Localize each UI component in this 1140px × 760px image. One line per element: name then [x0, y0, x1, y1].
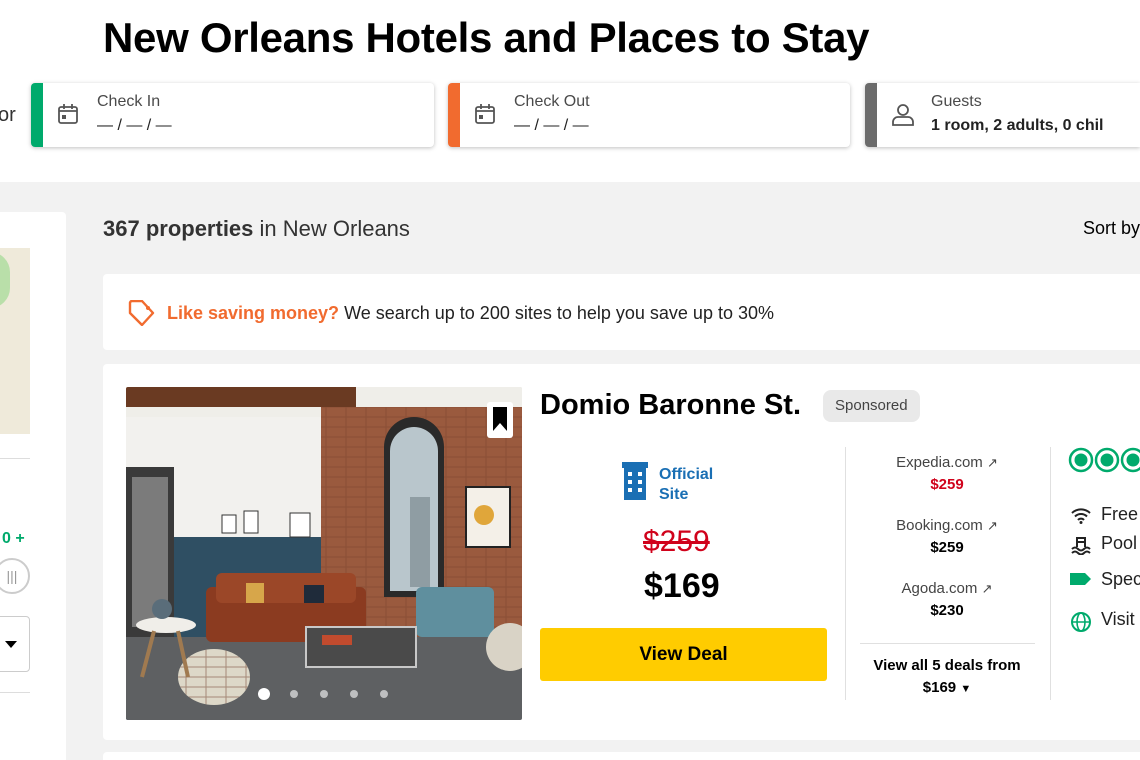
building-icon — [622, 462, 648, 505]
view-all-deals-link[interactable]: View all 5 deals from $169 ▼ — [852, 655, 1042, 700]
partial-label: or — [0, 104, 16, 126]
deal-price: $169 — [644, 567, 720, 605]
original-price: $259 — [643, 525, 710, 558]
official-site-label: Official Site — [659, 465, 713, 505]
person-icon — [891, 103, 915, 132]
carousel-dot[interactable] — [258, 688, 270, 700]
guests-stripe — [865, 83, 877, 147]
next-listing-card — [103, 752, 1140, 760]
divider — [0, 692, 30, 693]
results-count-number: 367 properties — [103, 216, 254, 241]
slider-handle[interactable]: ||| — [0, 558, 30, 594]
divider — [845, 447, 846, 700]
results-count: 367 properties in New Orleans — [103, 216, 410, 242]
external-link-icon: ↗ — [986, 518, 998, 533]
carousel-dot[interactable] — [380, 690, 388, 698]
view-all-deals-text: View all 5 deals from — [873, 657, 1021, 674]
rating-bubbles-icon[interactable] — [1068, 447, 1140, 478]
deal-site-price: $259 — [930, 539, 964, 556]
caret-down-icon: ▼ — [960, 683, 972, 695]
pool-icon — [1070, 535, 1092, 560]
guests-field[interactable]: Guests 1 room, 2 adults, 0 chil — [865, 83, 1140, 147]
external-link-icon: ↗ — [981, 581, 993, 596]
calendar-icon — [57, 103, 79, 130]
save-bookmark-icon[interactable] — [487, 402, 513, 438]
check-in-label: Check In — [97, 93, 161, 110]
deal-offer[interactable]: Booking.com ↗ $259 — [852, 517, 1042, 556]
official-site-line1: Official — [659, 466, 714, 483]
check-out-value: — / — / — — [514, 117, 589, 134]
price-tag-icon — [127, 299, 155, 331]
calendar-icon — [474, 103, 496, 130]
amenity-label: Pool — [1101, 533, 1138, 553]
deal-site-name: Expedia.com — [896, 454, 983, 471]
carousel-dot[interactable] — [320, 690, 328, 698]
check-out-field[interactable]: Check Out — / — / — — [448, 83, 850, 147]
view-all-deals-price: $169 — [922, 679, 957, 696]
savings-text: Like saving money? We search up to 200 s… — [167, 303, 774, 324]
guests-value: 1 room, 2 adults, 0 chil — [931, 117, 1104, 134]
wifi-icon — [1070, 506, 1092, 529]
external-link-icon: ↗ — [986, 455, 998, 470]
check-in-stripe — [31, 83, 43, 147]
divider — [0, 458, 30, 459]
view-deal-button[interactable]: View Deal — [540, 628, 827, 681]
chevron-down-icon — [5, 641, 17, 648]
divider — [860, 643, 1035, 644]
filter-value-text: 0 + — [2, 530, 25, 547]
amenity-label: Spec — [1101, 569, 1140, 589]
page-title: New Orleans Hotels and Places to Stay — [103, 14, 870, 61]
check-in-value: — / — / — — [97, 117, 172, 134]
savings-banner: Like saving money? We search up to 200 s… — [103, 274, 1140, 350]
hotel-name-link[interactable]: Domio Baronne St. — [540, 389, 801, 422]
hotel-photo[interactable] — [126, 387, 522, 720]
carousel-dot[interactable] — [290, 690, 298, 698]
globe-icon — [1070, 611, 1092, 638]
check-in-field[interactable]: Check In — / — / — — [31, 83, 434, 147]
filter-sidebar: 0 + ||| — [0, 212, 66, 760]
amenity-label: Free — [1101, 504, 1139, 524]
divider — [1050, 447, 1051, 700]
results-location: in New Orleans — [253, 216, 410, 241]
deal-offer[interactable]: Expedia.com ↗ $259 — [852, 454, 1042, 493]
check-out-stripe — [448, 83, 460, 147]
special-offer-tag-icon — [1070, 571, 1092, 592]
sponsored-badge: Sponsored — [823, 390, 920, 422]
deal-site-price: $259 — [930, 476, 964, 493]
check-out-label: Check Out — [514, 93, 590, 110]
guests-label: Guests — [931, 93, 982, 110]
amenity-label: Visit — [1101, 609, 1135, 629]
deal-site-price: $230 — [930, 602, 964, 619]
sort-by-control[interactable]: Sort by — [1083, 218, 1140, 239]
carousel-dot[interactable] — [350, 690, 358, 698]
deal-site-name: Agoda.com — [901, 580, 978, 597]
official-site-line2: Site — [659, 486, 689, 503]
filter-dropdown[interactable] — [0, 616, 30, 672]
deal-site-name: Booking.com — [896, 517, 983, 534]
savings-highlight: Like saving money? — [167, 303, 340, 323]
savings-body: We search up to 200 sites to help you sa… — [339, 303, 774, 323]
deal-offer[interactable]: Agoda.com ↗ $230 — [852, 580, 1042, 619]
